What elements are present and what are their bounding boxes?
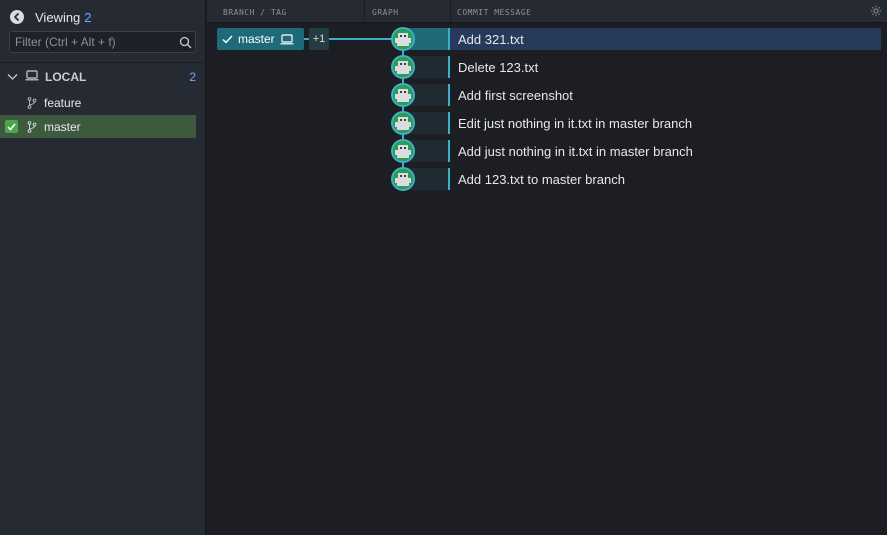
avatar-icon[interactable]	[391, 83, 415, 107]
column-branch-tag[interactable]: BRANCH / TAG	[223, 8, 287, 17]
avatar-icon[interactable]	[391, 111, 415, 135]
laptop-icon	[280, 33, 294, 45]
branch-label: feature	[44, 95, 82, 110]
commit-message: Delete 123.txt	[458, 59, 539, 75]
commit-message: Add first screenshot	[458, 87, 573, 103]
sidebar-divider	[0, 62, 206, 63]
avatar-icon[interactable]	[391, 167, 415, 191]
viewing-label: Viewing	[35, 9, 81, 25]
commit-message: Add 123.txt to master branch	[458, 171, 625, 187]
row-accent-bar	[448, 56, 450, 78]
column-graph[interactable]: GRAPH	[372, 8, 399, 17]
chevron-down-icon	[7, 70, 19, 84]
column-header: BRANCH / TAG GRAPH COMMIT MESSAGE	[207, 0, 887, 23]
row-accent-bar	[448, 84, 450, 106]
sidebar-item-feature[interactable]: feature	[0, 91, 196, 114]
commit-message: Add 321.txt	[458, 31, 524, 47]
row-accent-bar	[448, 140, 450, 162]
commit-row[interactable]: Delete 123.txt	[448, 56, 881, 78]
branch-icon	[27, 120, 37, 133]
avatar-icon[interactable]	[391, 27, 415, 51]
search-icon[interactable]	[175, 36, 195, 49]
commit-row[interactable]: Add just nothing in it.txt in master bra…	[448, 140, 881, 162]
commit-graph-panel: BRANCH / TAG GRAPH COMMIT MESSAGE master…	[207, 0, 887, 535]
avatar-icon[interactable]	[391, 139, 415, 163]
sidebar-item-master[interactable]: master	[0, 115, 196, 138]
laptop-icon	[25, 70, 39, 84]
gear-icon[interactable]	[870, 5, 882, 19]
filter-box	[9, 31, 196, 53]
commit-row[interactable]: Add 321.txt	[448, 28, 881, 50]
local-section-header[interactable]: LOCAL 2	[0, 66, 206, 88]
branch-icon	[27, 96, 37, 109]
extra-refs-badge[interactable]: +1	[309, 28, 329, 50]
commit-row[interactable]: Edit just nothing in it.txt in master br…	[448, 112, 881, 134]
checked-checkbox[interactable]	[5, 120, 18, 133]
column-divider[interactable]	[364, 0, 365, 23]
check-icon	[222, 35, 233, 44]
row-accent-bar	[448, 168, 450, 190]
filter-input[interactable]	[10, 32, 175, 52]
branch-label: master	[44, 119, 81, 134]
column-divider[interactable]	[450, 0, 451, 23]
local-count: 2	[189, 70, 196, 84]
graph-connector	[329, 38, 393, 40]
avatar-icon[interactable]	[391, 55, 415, 79]
branch-tag-label: master	[238, 32, 275, 46]
app-window: Viewing 2 LOCAL 2 feature	[0, 0, 887, 535]
column-commit-message[interactable]: COMMIT MESSAGE	[457, 8, 531, 17]
commit-message: Edit just nothing in it.txt in master br…	[458, 115, 693, 131]
viewing-header: Viewing 2	[10, 7, 92, 27]
viewing-count: 2	[84, 9, 92, 25]
back-arrow-icon[interactable]	[10, 10, 24, 24]
commit-row[interactable]: Add 123.txt to master branch	[448, 168, 881, 190]
row-accent-bar	[448, 112, 450, 134]
branch-tag-master[interactable]: master	[217, 28, 304, 50]
sidebar: Viewing 2 LOCAL 2 feature	[0, 0, 206, 535]
local-label: LOCAL	[45, 70, 87, 84]
row-accent-bar	[448, 28, 450, 50]
commit-row[interactable]: Add first screenshot	[448, 84, 881, 106]
commit-message: Add just nothing in it.txt in master bra…	[458, 143, 693, 159]
